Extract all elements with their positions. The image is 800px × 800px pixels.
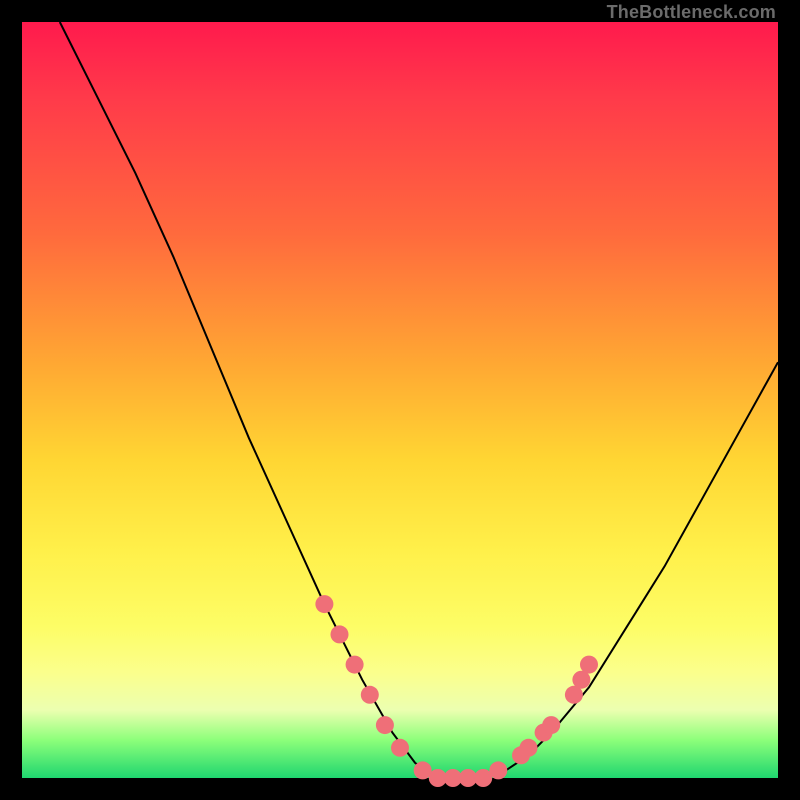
- chart-svg: [22, 22, 778, 778]
- curve-marker: [376, 716, 394, 734]
- curve-marker: [580, 656, 598, 674]
- curve-marker: [315, 595, 333, 613]
- curve-marker: [520, 739, 538, 757]
- curve-marker: [489, 761, 507, 779]
- watermark-text: TheBottleneck.com: [607, 2, 776, 23]
- chart-frame: TheBottleneck.com: [0, 0, 800, 800]
- curve-marker: [346, 656, 364, 674]
- curve-layer: [60, 22, 778, 778]
- curve-marker: [361, 686, 379, 704]
- curve-marker: [542, 716, 560, 734]
- curve-marker: [331, 625, 349, 643]
- marker-layer: [315, 595, 598, 787]
- curve-marker: [391, 739, 409, 757]
- bottleneck-curve-path: [60, 22, 778, 778]
